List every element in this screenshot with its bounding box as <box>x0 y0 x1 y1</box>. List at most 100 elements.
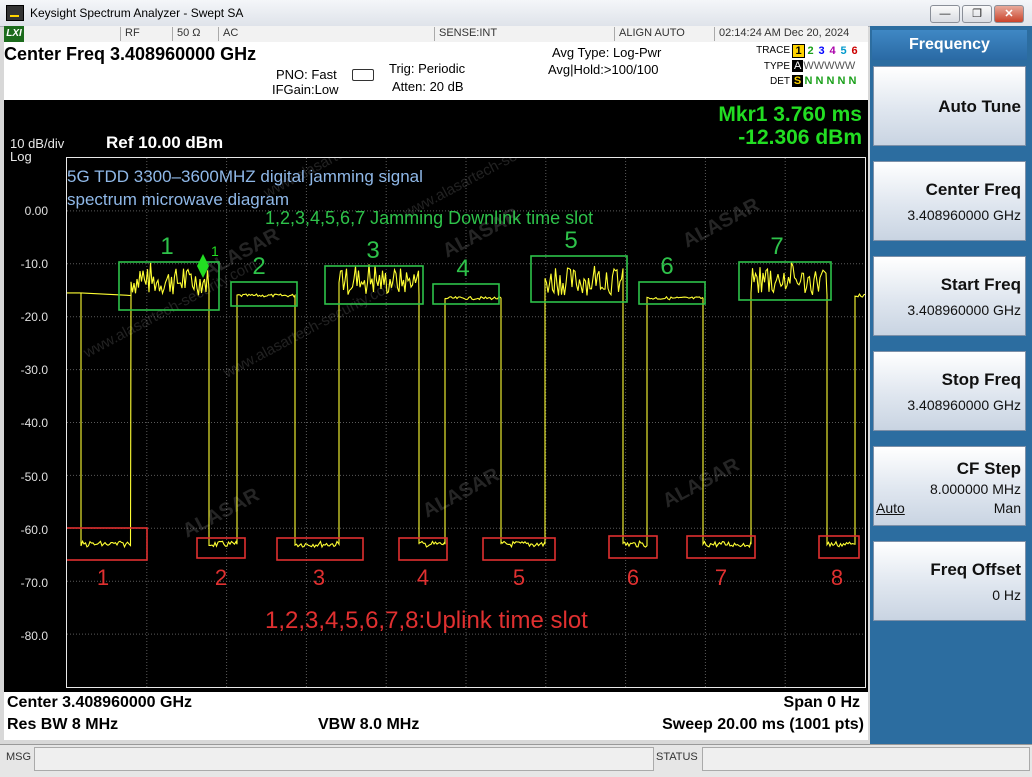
center-freq-readout[interactable]: Center Freq 3.408960000 GHz <box>4 44 257 65</box>
downlink-slot-number: 1 <box>160 233 173 260</box>
impedance-indicator: 50 Ω <box>172 27 217 41</box>
watermark-url: www.alasartech-security.com <box>220 276 399 382</box>
cf-step-softkey[interactable]: CF Step 8.000000 MHz Auto Man <box>873 446 1026 526</box>
uplink-slot-number: 6 <box>627 565 639 590</box>
start-freq-label: Start Freq <box>940 275 1021 294</box>
center-freq-softkey[interactable]: Center Freq 3.408960000 GHz <box>873 161 1026 241</box>
downlink-slot-number: 3 <box>366 237 379 264</box>
uplink-slot-number: 2 <box>215 565 227 590</box>
annotation-title-line1: 5G TDD 3300–3600MHZ digital jamming sign… <box>67 167 423 186</box>
y-axis-label: -80.0 <box>20 628 48 643</box>
downlink-slot-number: 6 <box>660 253 673 280</box>
y-axis-label: -60.0 <box>20 522 48 537</box>
trigger-setting: Trig: Periodic <box>389 61 466 76</box>
y-axis-label: -10.0 <box>20 257 48 272</box>
center-readout: Center 3.408960000 GHz <box>7 694 192 711</box>
annotation-downlink-label: 1,2,3,4,5,6,7 Jamming Downlink time slot <box>265 208 593 228</box>
marker-time-readout: Mkr1 3.760 ms <box>718 103 862 126</box>
trace-plot: www.alasartech-security.comwww.alasartec… <box>67 158 865 687</box>
annotation-uplink-label: 1,2,3,4,5,6,7,8:Uplink time slot <box>265 607 588 634</box>
uplink-slot-number: 8 <box>831 565 843 590</box>
downlink-slot-number: 2 <box>252 253 265 280</box>
uplink-slot-box <box>608 535 658 559</box>
restore-button[interactable]: ❐ <box>962 5 992 23</box>
sweep-readout: Sweep 20.00 ms (1001 pts) <box>662 716 864 733</box>
status-label: STATUS <box>656 751 698 763</box>
detector-3: N <box>815 75 824 87</box>
stop-freq-softkey[interactable]: Stop Freq 3.408960000 GHz <box>873 351 1026 431</box>
freq-offset-label: Freq Offset <box>930 560 1021 579</box>
watermark-brand: ALASAR <box>419 464 503 523</box>
watermark-brand: ALASAR <box>659 454 743 513</box>
trace-number-3: 3 <box>818 45 825 57</box>
uplink-slot-box <box>398 537 448 561</box>
uplink-slot-number: 5 <box>513 565 525 590</box>
downlink-slot-box <box>638 281 706 305</box>
cf-step-auto-option[interactable]: Auto <box>876 500 905 516</box>
sense-indicator: SENSE:INT <box>434 27 579 41</box>
y-axis-label: -30.0 <box>20 363 48 378</box>
trace-detectors: SNNNNN <box>792 75 858 87</box>
avg-hold: Avg|Hold:>100/100 <box>548 62 659 77</box>
reference-level[interactable]: Ref 10.00 dBm <box>106 133 223 153</box>
minimize-button[interactable]: — <box>930 5 960 23</box>
status-field <box>702 747 1030 771</box>
message-field <box>34 747 654 771</box>
auto-tune-label: Auto Tune <box>938 97 1021 116</box>
y-axis-labels: 0.00 -10.0 -20.0 -30.0 -40.0 -50.0 -60.0 -70.0 -… <box>4 100 64 692</box>
softkey-menu-title: Frequency <box>872 30 1027 60</box>
coupling-indicator: AC <box>218 27 333 41</box>
sweep-info-bar: Center 3.408960000 GHz Span 0 Hz Res BW … <box>4 692 868 740</box>
trace-label: TRACE <box>756 45 790 56</box>
cf-step-label: CF Step <box>956 459 1021 478</box>
watermark-brand: ALASAR <box>679 194 763 253</box>
auto-tune-softkey[interactable]: Auto Tune <box>873 66 1026 146</box>
y-axis-label: -50.0 <box>20 469 48 484</box>
cf-step-man-option[interactable]: Man <box>994 500 1021 516</box>
pno-setting: PNO: Fast <box>276 67 337 82</box>
center-freq-label: Center Freq <box>925 180 1021 199</box>
trace-number-1: 1 <box>792 44 805 58</box>
trigger-icon <box>352 69 374 81</box>
align-indicator: ALIGN AUTO <box>614 27 715 41</box>
uplink-slot-box <box>276 537 364 561</box>
date-time: 02:14:24 AM Dec 20, 2024 <box>714 27 869 41</box>
trace-number-6: 6 <box>851 45 858 57</box>
trace-types: A WWWWW <box>792 60 855 72</box>
start-freq-softkey[interactable]: Start Freq 3.408960000 GHz <box>873 256 1026 336</box>
res-bw-readout: Res BW 8 MHz <box>7 716 119 733</box>
type-active: A <box>792 60 804 72</box>
detector-4: N <box>826 75 835 87</box>
start-freq-value: 3.408960000 GHz <box>907 302 1021 318</box>
y-axis-label: 0.00 <box>24 204 48 218</box>
ifgain-setting: IFGain:Low <box>272 82 339 97</box>
msg-label: MSG <box>6 751 32 763</box>
freq-offset-softkey[interactable]: Freq Offset 0 Hz <box>873 541 1026 621</box>
marker-level-readout: -12.306 dBm <box>738 126 862 149</box>
downlink-slot-number: 4 <box>456 255 469 282</box>
downlink-slot-number: 7 <box>770 233 783 260</box>
annotation-title-line2: spectrum microwave diagram <box>67 190 289 209</box>
window-title: Keysight Spectrum Analyzer - Swept SA <box>30 6 244 20</box>
trace-numbers: 123456 <box>792 44 860 58</box>
uplink-slot-box <box>196 537 246 559</box>
downlink-slot-number: 5 <box>564 227 577 254</box>
downlink-slot-box <box>230 281 298 307</box>
trace-graticule: www.alasartech-security.com www.alasartec… <box>66 157 866 688</box>
rf-indicator: RF <box>120 27 171 41</box>
watermark-url: www.alasartech-security.com <box>80 256 259 362</box>
cf-step-value: 8.000000 MHz <box>929 481 1021 497</box>
uplink-slot-box <box>482 537 556 561</box>
uplink-slot-number: 4 <box>417 565 429 590</box>
atten-setting: Atten: 20 dB <box>392 79 464 94</box>
center-freq-value: 3.408960000 GHz <box>907 207 1021 223</box>
y-axis-label: -70.0 <box>20 575 48 590</box>
spectrum-display: 10 dB/div Log Ref 10.00 dBm Mkr1 3.760 m… <box>4 100 868 692</box>
close-button[interactable]: ✕ <box>994 5 1024 23</box>
avg-type: Avg Type: Log-Pwr <box>552 45 662 60</box>
trace-number-2: 2 <box>807 45 814 57</box>
stop-freq-label: Stop Freq <box>941 370 1021 389</box>
message-bar: MSG STATUS <box>0 744 1032 777</box>
lxi-badge: LXI <box>4 26 24 42</box>
marker-1-number: 1 <box>211 243 219 259</box>
